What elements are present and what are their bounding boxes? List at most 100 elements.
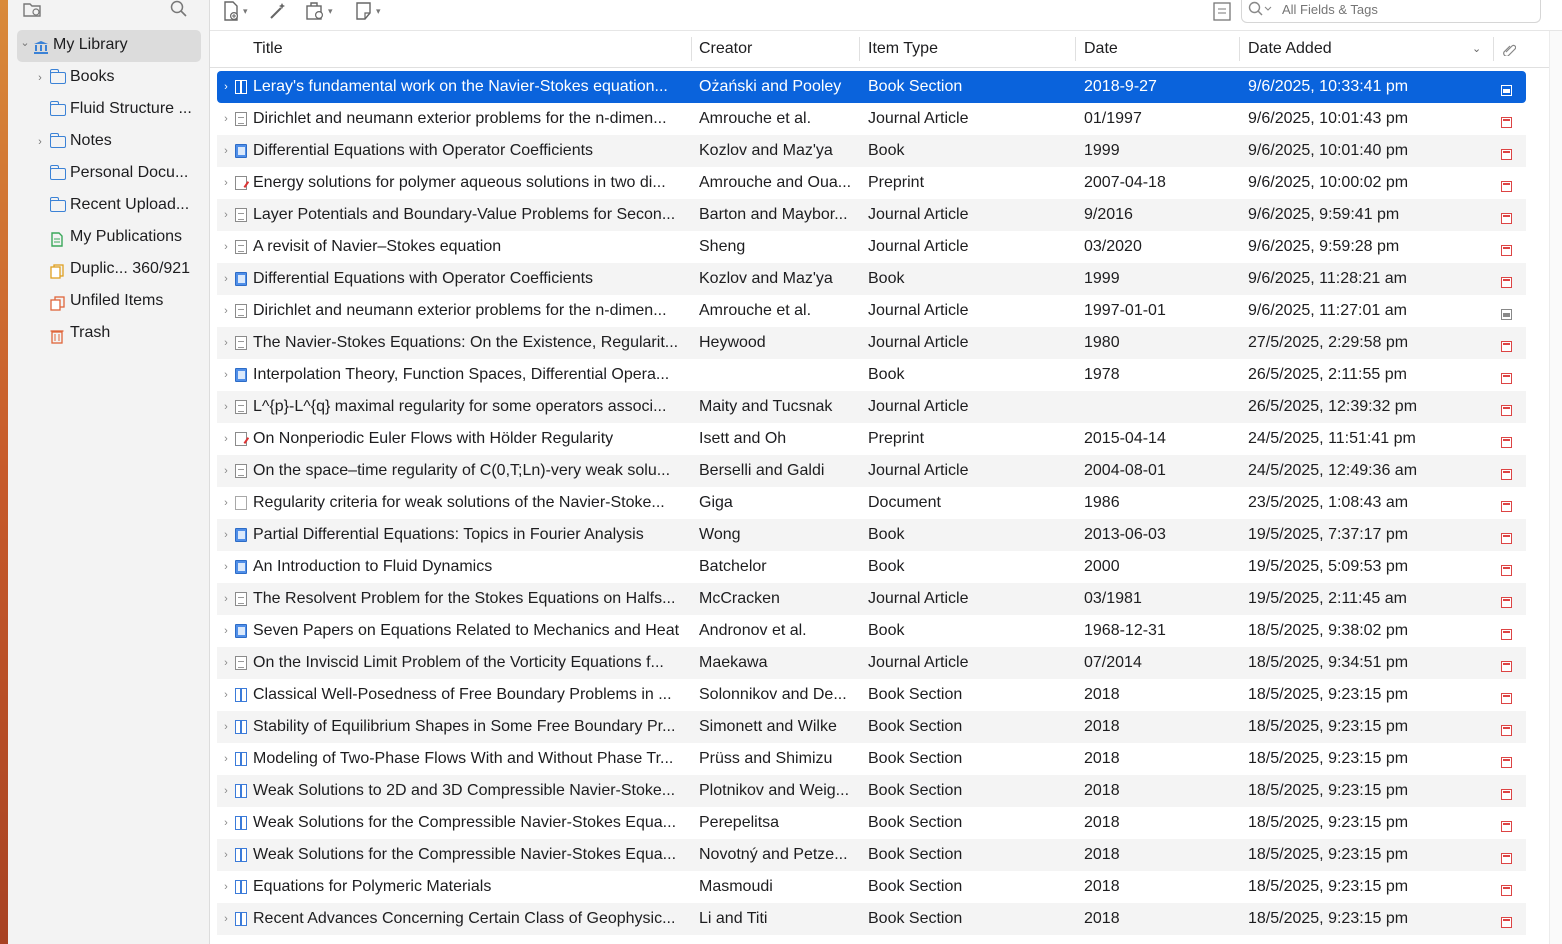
expand-row-chevron-icon[interactable]: › (221, 711, 231, 743)
pdf-attachment-icon[interactable] (1501, 615, 1517, 647)
column-divider[interactable] (1239, 37, 1240, 61)
column-title[interactable]: Title (253, 31, 283, 67)
sidebar-item-collection[interactable]: Duplic... 360/921 (8, 254, 209, 286)
column-divider[interactable] (691, 37, 692, 61)
item-row[interactable]: › Regularity criteria for weak solutions … (217, 487, 1526, 519)
pdf-attachment-icon[interactable] (1501, 167, 1517, 199)
pdf-attachment-icon[interactable] (1501, 679, 1517, 711)
item-row[interactable]: › Weak Solutions for the Compressible Nav… (217, 839, 1526, 871)
expand-row-chevron-icon[interactable]: › (221, 423, 231, 455)
items-scrollbar[interactable] (1549, 31, 1562, 944)
column-date-added[interactable]: Date Added (1248, 31, 1332, 67)
expand-row-chevron-icon[interactable]: › (221, 743, 231, 775)
toggle-item-pane-icon[interactable] (1212, 0, 1232, 22)
expand-row-chevron-icon[interactable]: › (221, 263, 231, 295)
pdf-attachment-icon[interactable] (1501, 455, 1517, 487)
item-row[interactable]: › L^{p}-L^{q} maximal regularity for some… (217, 391, 1526, 423)
item-row[interactable]: › Differential Equations with Operator Co… (217, 263, 1526, 295)
expand-row-chevron-icon[interactable]: › (221, 615, 231, 647)
pdf-attachment-icon[interactable] (1501, 359, 1517, 391)
search-icon[interactable] (1248, 1, 1272, 20)
add-attachment-button[interactable]: ▾ (305, 0, 333, 22)
item-row[interactable]: › Partial Differential Equations: Topics … (217, 519, 1526, 551)
expand-row-chevron-icon[interactable]: › (221, 775, 231, 807)
chevron-right-icon[interactable]: › (34, 136, 46, 148)
expand-row-chevron-icon[interactable]: › (221, 199, 231, 231)
expand-row-chevron-icon[interactable]: › (221, 647, 231, 679)
item-row[interactable]: › Recent Advances Concerning Certain Clas… (217, 903, 1526, 935)
pdf-attachment-icon[interactable] (1501, 519, 1517, 551)
chevron-down-icon[interactable]: ⌄ (19, 36, 31, 49)
item-row[interactable]: › A revisit of Navier–Stokes equation Shen… (217, 231, 1526, 263)
item-row[interactable]: › Leray's fundamental work on the Navier-… (217, 71, 1526, 103)
expand-row-chevron-icon[interactable]: › (221, 71, 231, 103)
expand-row-chevron-icon[interactable]: › (221, 231, 231, 263)
pdf-attachment-icon[interactable] (1501, 551, 1517, 583)
expand-row-chevron-icon[interactable]: › (221, 103, 231, 135)
pdf-attachment-icon[interactable] (1501, 263, 1517, 295)
pdf-attachment-icon[interactable] (1501, 647, 1517, 679)
column-creator[interactable]: Creator (699, 31, 752, 67)
search-collections-icon[interactable] (170, 0, 188, 23)
pdf-attachment-icon[interactable] (1501, 231, 1517, 263)
column-divider[interactable] (859, 37, 860, 61)
expand-row-chevron-icon[interactable]: › (221, 487, 231, 519)
column-divider[interactable] (1075, 37, 1076, 61)
item-row[interactable]: › Dirichlet and neumann exterior problems… (217, 103, 1526, 135)
sidebar-item-my-library[interactable]: ⌄ My Library (17, 30, 201, 62)
sidebar-item-collection[interactable]: My Publications (8, 222, 209, 254)
expand-row-chevron-icon[interactable]: › (221, 327, 231, 359)
expand-row-chevron-icon[interactable]: › (221, 903, 231, 935)
sidebar-item-collection[interactable]: Unfiled Items (8, 286, 209, 318)
pdf-attachment-icon[interactable] (1501, 775, 1517, 807)
expand-row-chevron-icon[interactable]: › (221, 871, 231, 903)
item-row[interactable]: › Layer Potentials and Boundary-Value Pro… (217, 199, 1526, 231)
expand-row-chevron-icon[interactable]: › (221, 295, 231, 327)
item-row[interactable]: › Equations for Polymeric Materials Masmou… (217, 871, 1526, 903)
item-row[interactable]: › On the Inviscid Limit Problem of the Vo… (217, 647, 1526, 679)
pdf-attachment-icon[interactable] (1501, 743, 1517, 775)
item-row[interactable]: › Interpolation Theory, Function Spaces, … (217, 359, 1526, 391)
pdf-attachment-icon[interactable] (1501, 903, 1517, 935)
pdf-attachment-icon[interactable] (1501, 711, 1517, 743)
add-by-identifier-wand-icon[interactable] (268, 0, 288, 22)
sidebar-item-collection[interactable]: › Notes (8, 126, 209, 158)
new-note-button[interactable]: ▾ (355, 0, 381, 22)
expand-row-chevron-icon[interactable]: › (221, 839, 231, 871)
column-item-type[interactable]: Item Type (868, 31, 938, 67)
expand-row-chevron-icon[interactable]: › (221, 551, 231, 583)
column-date[interactable]: Date (1084, 31, 1118, 67)
expand-row-chevron-icon[interactable]: › (221, 519, 231, 551)
snapshot-attachment-icon[interactable] (1501, 71, 1517, 103)
item-row[interactable]: › Differential Equations with Operator Co… (217, 135, 1526, 167)
pdf-attachment-icon[interactable] (1501, 391, 1517, 423)
sidebar-item-collection[interactable]: › Books (8, 62, 209, 94)
pdf-attachment-icon[interactable] (1501, 423, 1517, 455)
new-item-button[interactable]: ▾ (222, 0, 248, 22)
pdf-attachment-icon[interactable] (1501, 807, 1517, 839)
sidebar-item-collection[interactable]: Trash (8, 318, 209, 350)
item-row[interactable]: › Dirichlet and neumann exterior problems… (217, 295, 1526, 327)
pdf-attachment-icon[interactable] (1501, 583, 1517, 615)
expand-row-chevron-icon[interactable]: › (221, 679, 231, 711)
item-row[interactable]: › Seven Papers on Equations Related to Me… (217, 615, 1526, 647)
chevron-right-icon[interactable]: › (34, 72, 46, 84)
attachments-column-paperclip-icon[interactable] (1502, 31, 1517, 67)
item-row[interactable]: › Weak Solutions to 2D and 3D Compressibl… (217, 775, 1526, 807)
item-row[interactable]: › Modeling of Two-Phase Flows With and Wi… (217, 743, 1526, 775)
search-input[interactable] (1280, 1, 1524, 18)
expand-row-chevron-icon[interactable]: › (221, 583, 231, 615)
column-divider[interactable] (1493, 37, 1494, 61)
expand-row-chevron-icon[interactable]: › (221, 359, 231, 391)
pdf-attachment-icon[interactable] (1501, 871, 1517, 903)
item-row[interactable]: › An Introduction to Fluid Dynamics Batche… (217, 551, 1526, 583)
pdf-attachment-icon[interactable] (1501, 487, 1517, 519)
pdf-attachment-icon[interactable] (1501, 199, 1517, 231)
expand-row-chevron-icon[interactable]: › (221, 455, 231, 487)
item-row[interactable]: › On Nonperiodic Euler Flows with Hölder … (217, 423, 1526, 455)
sidebar-item-collection[interactable]: Fluid Structure ... (8, 94, 209, 126)
item-row[interactable]: › On the space–time regularity of C(0,T;L… (217, 455, 1526, 487)
expand-row-chevron-icon[interactable]: › (221, 135, 231, 167)
sort-descending-chevron-icon[interactable]: ⌄ (1472, 31, 1481, 67)
item-row[interactable]: › Weak Solutions for the Compressible Nav… (217, 807, 1526, 839)
